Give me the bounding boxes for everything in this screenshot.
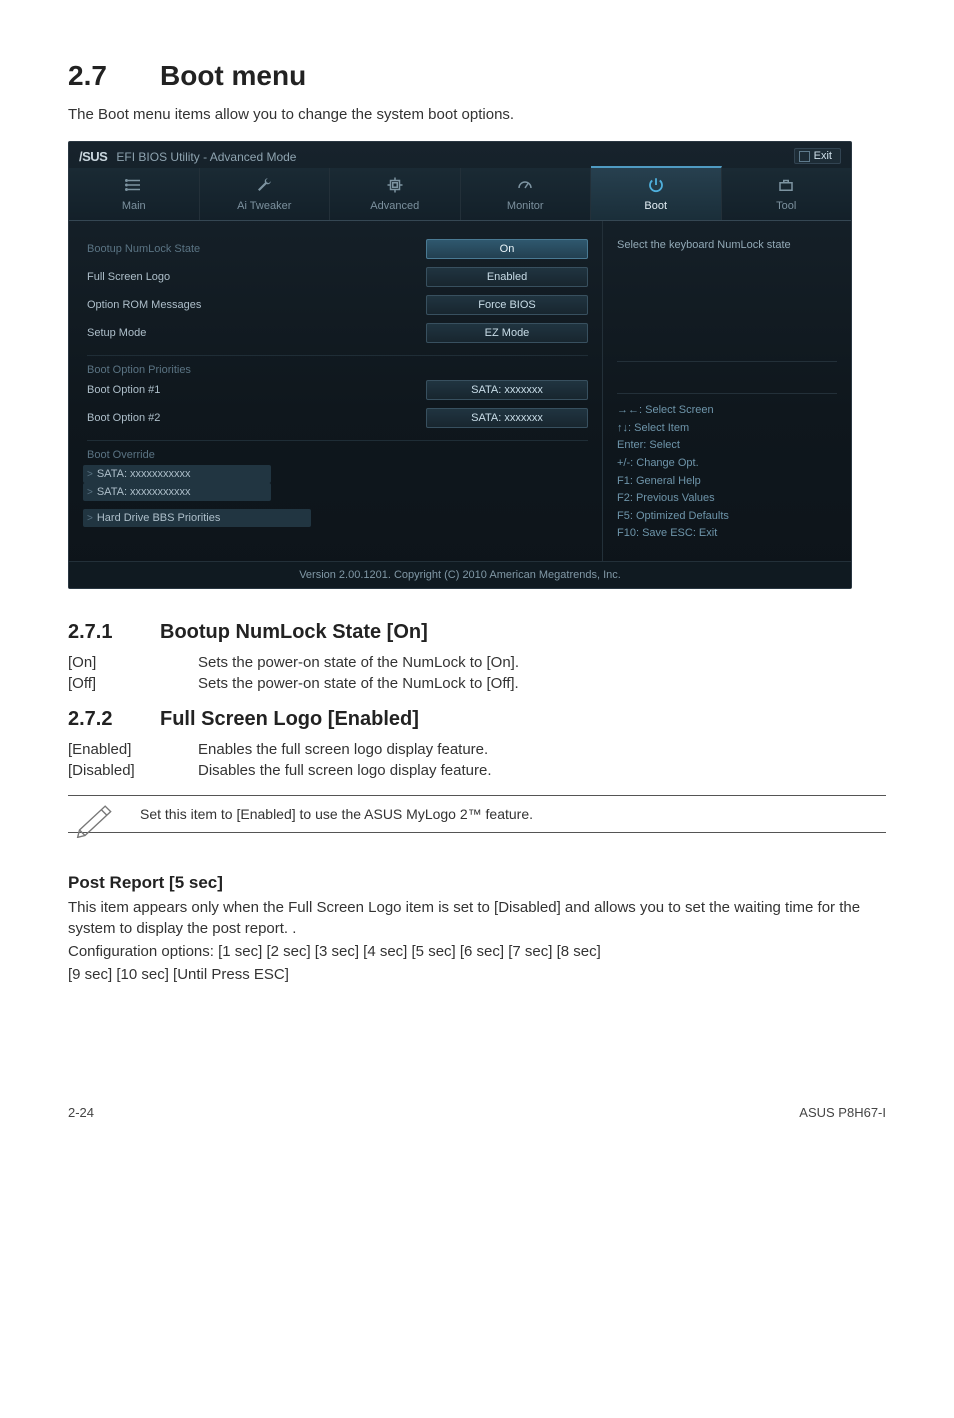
tab-label: Boot	[644, 200, 667, 212]
hint-line: F1: General Help	[617, 473, 837, 491]
subsection-271: 2.7.1Bootup NumLock State [On] [On]Sets …	[68, 621, 886, 694]
tab-ai-tweaker[interactable]: Ai Tweaker	[200, 168, 331, 220]
option-value: Sets the power-on state of the NumLock t…	[198, 673, 519, 694]
subsection-title: Full Screen Logo [Enabled]	[160, 708, 419, 730]
hint-line: Enter: Select	[617, 437, 837, 455]
override-item[interactable]: > SATA: xxxxxxxxxxx	[83, 465, 271, 483]
note-text: Set this item to [Enabled] to use the AS…	[140, 806, 533, 822]
bios-title: EFI BIOS Utility - Advanced Mode	[116, 150, 296, 164]
body-paragraph: [9 sec] [10 sec] [Until Press ESC]	[68, 964, 886, 985]
subsection-272: 2.7.2Full Screen Logo [Enabled] [Enabled…	[68, 708, 886, 781]
boot-priorities-heading: Boot Option Priorities	[87, 355, 588, 376]
setting-label: Boot Option #1	[87, 384, 426, 396]
option-value: Disables the full screen logo display fe…	[198, 760, 492, 781]
setting-row[interactable]: Setup Mode EZ Mode	[87, 323, 588, 343]
chevron-right-icon: >	[87, 513, 93, 524]
exit-icon	[799, 151, 810, 162]
hdd-bbs-label: Hard Drive BBS Priorities	[97, 512, 220, 524]
toolbox-icon	[722, 176, 852, 194]
pencil-icon	[74, 800, 118, 838]
body-paragraph: Configuration options: [1 sec] [2 sec] […	[68, 941, 886, 962]
option-key: [Disabled]	[68, 760, 198, 781]
subsection-number: 2.7.1	[68, 621, 160, 644]
option-value: Sets the power-on state of the NumLock t…	[198, 652, 519, 673]
list-icon	[69, 176, 199, 194]
bios-tabs: Main Ai Tweaker Advanced Monitor Boot To…	[69, 168, 851, 221]
setting-row[interactable]: Option ROM Messages Force BIOS	[87, 295, 588, 315]
setting-row[interactable]: Full Screen Logo Enabled	[87, 267, 588, 287]
chevron-right-icon: >	[87, 487, 93, 498]
lead-paragraph: The Boot menu items allow you to change …	[68, 106, 886, 123]
setting-label: Option ROM Messages	[87, 299, 426, 311]
chevron-right-icon: >	[87, 469, 93, 480]
tab-monitor[interactable]: Monitor	[461, 168, 592, 220]
setting-value[interactable]: Force BIOS	[426, 295, 588, 315]
tab-label: Advanced	[370, 200, 419, 212]
setting-row[interactable]: Bootup NumLock State On	[87, 239, 588, 259]
option-key: [Enabled]	[68, 739, 198, 760]
setting-value[interactable]: SATA: xxxxxxx	[426, 408, 588, 428]
note-box: Set this item to [Enabled] to use the AS…	[68, 795, 886, 833]
option-table: [Enabled]Enables the full screen logo di…	[68, 739, 492, 781]
page-footer: 2-24 ASUS P8H67-I	[68, 1105, 886, 1120]
tab-label: Main	[122, 200, 146, 212]
gauge-icon	[461, 176, 591, 194]
bios-footer: Version 2.00.1201. Copyright (C) 2010 Am…	[69, 561, 851, 588]
override-item[interactable]: > SATA: xxxxxxxxxxx	[83, 483, 271, 501]
override-label: SATA: xxxxxxxxxxx	[97, 468, 191, 480]
hint-line: →←: Select Screen	[617, 402, 837, 420]
tab-label: Monitor	[507, 200, 544, 212]
key-hints: →←: Select Screen ↑↓: Select Item Enter:…	[617, 393, 837, 543]
setting-value[interactable]: SATA: xxxxxxx	[426, 380, 588, 400]
body-paragraph: This item appears only when the Full Scr…	[68, 897, 886, 939]
option-key: [Off]	[68, 673, 198, 694]
boot-override-heading: Boot Override	[87, 440, 588, 461]
post-report-heading: Post Report [5 sec]	[68, 873, 886, 893]
subsection-number: 2.7.2	[68, 708, 160, 731]
tab-label: Ai Tweaker	[237, 200, 291, 212]
section-heading: 2.7Boot menu	[68, 60, 886, 92]
wrench-icon	[200, 176, 330, 194]
tab-advanced[interactable]: Advanced	[330, 168, 461, 220]
product-name: ASUS P8H67-I	[799, 1105, 886, 1120]
option-value: Enables the full screen logo display fea…	[198, 739, 492, 760]
tab-main[interactable]: Main	[69, 168, 200, 220]
hdd-bbs-item[interactable]: > Hard Drive BBS Priorities	[83, 509, 311, 527]
bios-logo: /SUS	[79, 149, 107, 164]
subsection-heading: 2.7.2Full Screen Logo [Enabled]	[68, 708, 886, 731]
hint-line: +/-: Change Opt.	[617, 455, 837, 473]
tab-boot[interactable]: Boot	[591, 166, 722, 220]
setting-value[interactable]: Enabled	[426, 267, 588, 287]
page-number: 2-24	[68, 1105, 94, 1120]
hint-line: F10: Save ESC: Exit	[617, 525, 837, 543]
subsection-title: Bootup NumLock State [On]	[160, 621, 428, 643]
option-key: [On]	[68, 652, 198, 673]
setting-value[interactable]: EZ Mode	[426, 323, 588, 343]
section-number: 2.7	[68, 60, 160, 92]
setting-label: Boot Option #2	[87, 412, 426, 424]
setting-value[interactable]: On	[426, 239, 588, 259]
option-table: [On]Sets the power-on state of the NumLo…	[68, 652, 519, 694]
bios-screenshot: /SUS EFI BIOS Utility - Advanced Mode Ex…	[68, 141, 852, 589]
override-label: SATA: xxxxxxxxxxx	[97, 486, 191, 498]
tab-tool[interactable]: Tool	[722, 168, 852, 220]
tab-label: Tool	[776, 200, 796, 212]
setting-row[interactable]: Boot Option #1 SATA: xxxxxxx	[87, 380, 588, 400]
help-text: Select the keyboard NumLock state	[617, 239, 837, 362]
setting-row[interactable]: Boot Option #2 SATA: xxxxxxx	[87, 408, 588, 428]
setting-label: Full Screen Logo	[87, 271, 426, 283]
setting-label: Bootup NumLock State	[87, 243, 426, 255]
exit-label: Exit	[814, 150, 832, 162]
hint-line: ↑↓: Select Item	[617, 420, 837, 438]
chip-icon	[330, 176, 460, 194]
exit-button[interactable]: Exit	[794, 148, 841, 164]
hint-line: F2: Previous Values	[617, 490, 837, 508]
hint-line: F5: Optimized Defaults	[617, 508, 837, 526]
power-icon	[591, 176, 721, 194]
setting-label: Setup Mode	[87, 327, 426, 339]
bios-titlebar: /SUS EFI BIOS Utility - Advanced Mode Ex…	[69, 142, 851, 166]
section-title: Boot menu	[160, 60, 306, 91]
subsection-heading: 2.7.1Bootup NumLock State [On]	[68, 621, 886, 644]
